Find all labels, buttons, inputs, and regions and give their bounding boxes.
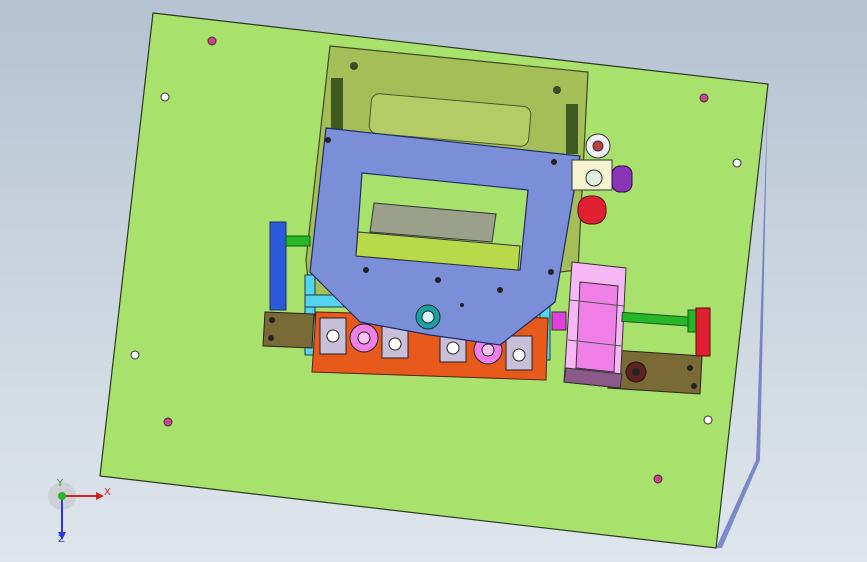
bolt-icon: [350, 62, 358, 70]
mount-hole: [699, 93, 709, 103]
bolt-icon: [363, 267, 369, 273]
mount-hole: [160, 92, 170, 102]
mount-hole: [732, 158, 742, 168]
bolt-icon: [269, 317, 275, 323]
bolt-icon: [268, 335, 274, 341]
bolt-icon: [691, 383, 697, 389]
pink-pulley: [349, 323, 379, 353]
x-axis-arrowhead: [96, 492, 104, 500]
magenta-coupler: [551, 311, 567, 331]
mount-hole: [207, 36, 217, 46]
coordinate-triad: X Y Z: [40, 478, 120, 548]
red-knob-icon: [577, 195, 607, 225]
right-brown-bar: [607, 349, 703, 395]
y-axis-label: Y: [57, 478, 64, 489]
bolt-icon: [497, 287, 503, 293]
x-axis-label: X: [104, 487, 111, 498]
center-bearing-bore: [421, 310, 435, 324]
mount-hole: [130, 350, 140, 360]
cad-model-scene[interactable]: [0, 0, 867, 562]
roller-unit: [505, 335, 533, 371]
roller-unit: [319, 317, 347, 355]
purple-knob-icon: [611, 165, 633, 193]
bolt-icon: [548, 269, 554, 275]
right-red-endstop[interactable]: [695, 307, 711, 357]
y-axis-dot: [58, 492, 66, 500]
bolt-icon: [325, 137, 331, 143]
mount-hole: [163, 417, 173, 427]
pink-drive-wheel[interactable]: [563, 261, 627, 389]
mount-hole: [653, 474, 663, 484]
back-plate-rail-right: [566, 104, 578, 154]
left-green-rod: [285, 235, 311, 247]
bolt-icon: [551, 159, 557, 165]
bearing-center: [632, 368, 640, 376]
bolt-icon: [460, 303, 464, 307]
z-axis-label: Z: [58, 534, 65, 545]
left-blue-rail[interactable]: [269, 221, 287, 311]
bolt-icon: [435, 277, 441, 283]
back-plate-rail-left: [331, 78, 343, 134]
right-rod-collar: [687, 309, 697, 333]
mount-hole: [703, 415, 713, 425]
cad-viewport[interactable]: X Y Z: [0, 0, 867, 562]
bolt-icon: [687, 365, 693, 371]
bolt-icon: [553, 86, 561, 94]
